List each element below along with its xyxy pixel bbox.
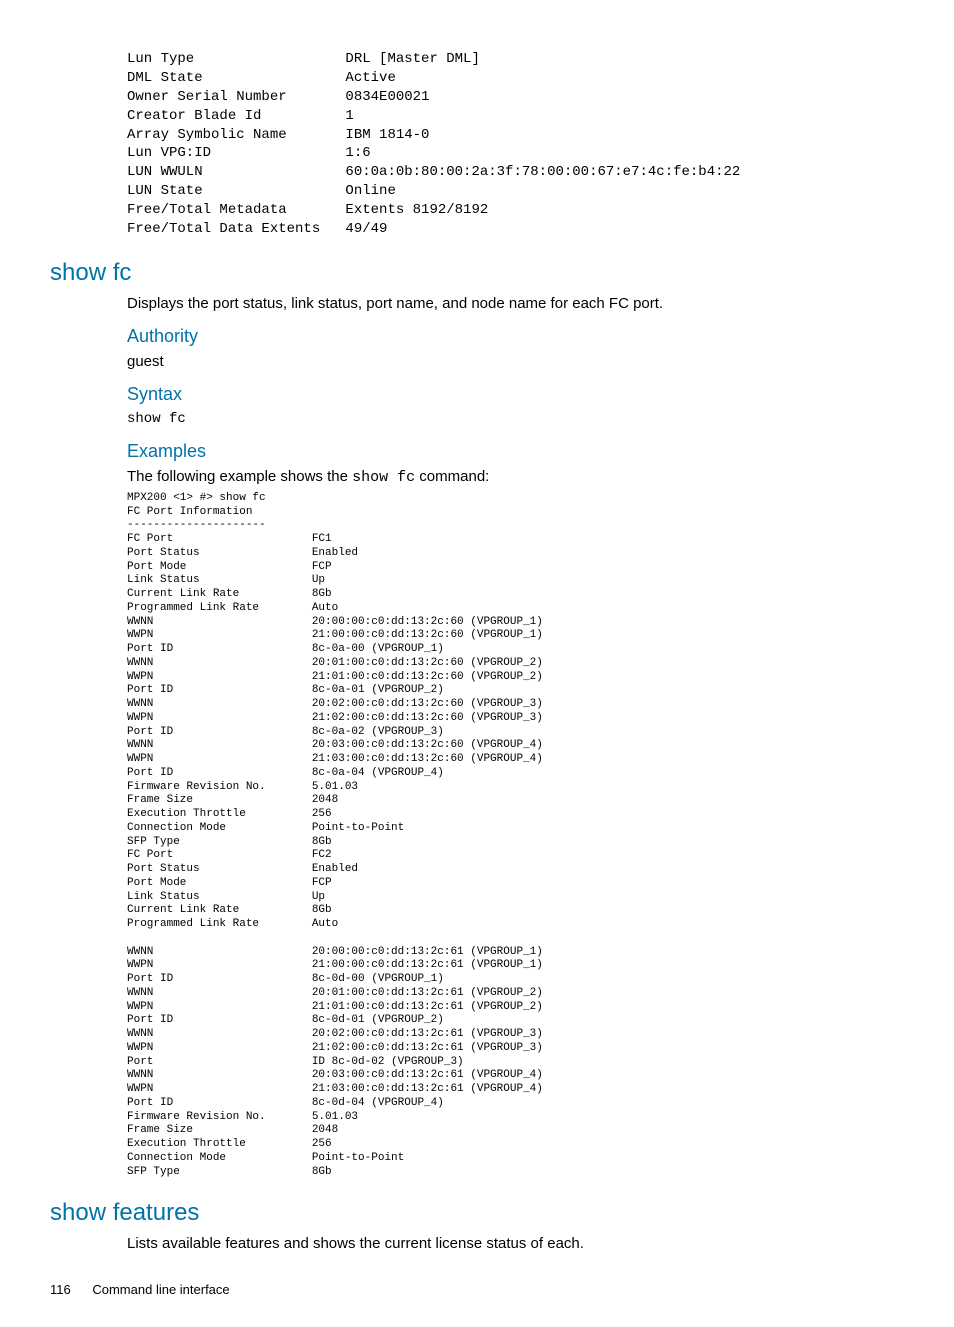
show-fc-description: Displays the port status, link status, p… <box>127 295 904 312</box>
syntax-value: show fc <box>127 411 904 427</box>
show-features-description: Lists available features and shows the c… <box>127 1235 904 1252</box>
section-show-features: show features <box>50 1199 904 1227</box>
examples-intro-pre: The following example shows the <box>127 468 352 485</box>
authority-heading: Authority <box>127 326 904 347</box>
lun-info-block: Lun Type DRL [Master DML] DML State Acti… <box>127 50 904 239</box>
authority-value: guest <box>127 353 904 370</box>
section-show-fc: show fc <box>50 259 904 287</box>
examples-intro: The following example shows the show fc … <box>127 468 904 486</box>
chapter-title: Command line interface <box>92 1282 229 1297</box>
examples-heading: Examples <box>127 441 904 462</box>
page-number: 116 <box>50 1282 71 1297</box>
examples-intro-post: command: <box>415 468 489 485</box>
show-fc-example-output: MPX200 <1> #> show fc FC Port Informatio… <box>127 492 904 1180</box>
page-footer: 116 Command line interface <box>50 1282 904 1297</box>
syntax-heading: Syntax <box>127 384 904 405</box>
examples-intro-code: show fc <box>352 469 415 486</box>
